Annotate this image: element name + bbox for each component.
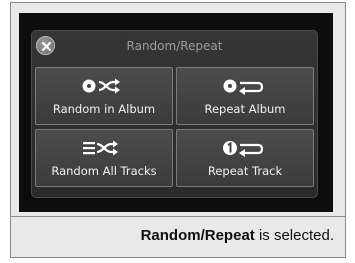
option-label: Repeat Album [204, 102, 286, 116]
list-shuffle-icon [83, 140, 118, 156]
option-label: Random All Tracks [51, 164, 157, 178]
caption-text: Random/Repeat is selected. [10, 227, 334, 244]
caption-bold: Random/Repeat [140, 227, 255, 244]
display-screen: Random/Repeat Random in Album Repeat Alb… [19, 13, 333, 212]
one-repeat-icon [223, 141, 264, 157]
repeat-track-button[interactable]: Repeat Track [176, 129, 314, 187]
menu-title: Random/Repeat [126, 39, 223, 53]
random-all-tracks-button[interactable]: Random All Tracks [35, 129, 173, 187]
caption-rest: is selected. [254, 227, 334, 244]
disc-repeat-icon [223, 79, 264, 95]
random-repeat-menu: Random/Repeat Random in Album Repeat Alb… [31, 30, 318, 198]
random-in-album-button[interactable]: Random in Album [35, 67, 173, 125]
option-label: Repeat Track [207, 164, 283, 178]
disc-shuffle-icon [82, 78, 120, 94]
option-label: Random in Album [52, 102, 156, 116]
caption-divider [10, 216, 346, 217]
repeat-album-button[interactable]: Repeat Album [176, 67, 314, 125]
